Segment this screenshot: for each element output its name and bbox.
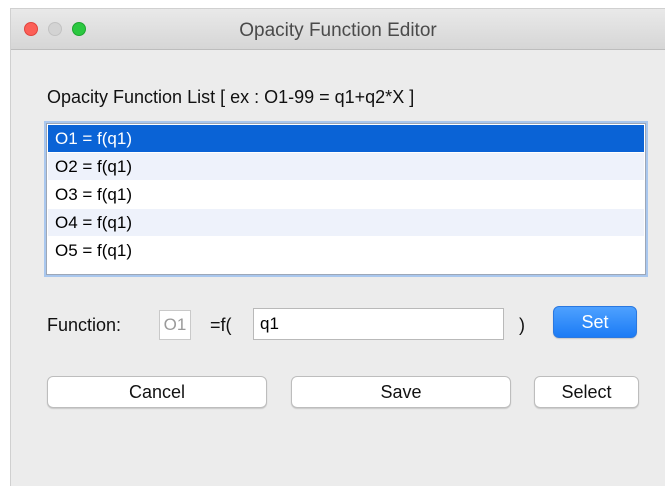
save-button[interactable]: Save: [291, 376, 511, 408]
function-prefix: =f(: [210, 315, 232, 335]
list-item[interactable]: O4 = f(q1): [48, 209, 644, 236]
function-expression-input[interactable]: [253, 308, 504, 340]
list-item[interactable]: O2 = f(q1): [48, 153, 644, 180]
function-suffix: ): [519, 315, 525, 335]
function-label: Function:: [47, 315, 122, 335]
list-item[interactable]: O5 = f(q1): [48, 237, 644, 264]
title-bar[interactable]: Opacity Function Editor: [11, 9, 665, 50]
list-item[interactable]: O3 = f(q1): [48, 181, 644, 208]
opacity-function-list[interactable]: O1 = f(q1) O2 = f(q1) O3 = f(q1) O4 = f(…: [46, 123, 646, 275]
function-id-field: O1: [159, 310, 191, 340]
select-button[interactable]: Select: [534, 376, 639, 408]
editor-window: Opacity Function Editor Opacity Function…: [10, 8, 665, 486]
window-title: Opacity Function Editor: [239, 20, 437, 41]
list-heading: Opacity Function List [ ex : O1-99 = q1+…: [47, 87, 415, 107]
set-button[interactable]: Set: [553, 306, 637, 338]
list-item[interactable]: O1 = f(q1): [48, 125, 644, 152]
cancel-button[interactable]: Cancel: [47, 376, 267, 408]
